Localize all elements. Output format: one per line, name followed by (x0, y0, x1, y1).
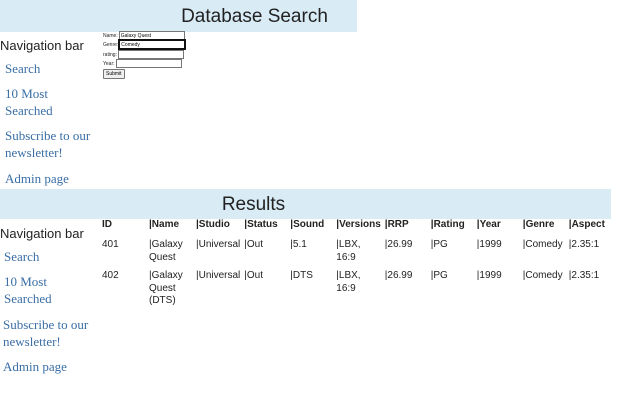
cell-name: |Galaxy Quest (147, 233, 194, 264)
header-studio: |Studio (196, 219, 230, 230)
nav-link-subscribe-2[interactable]: newsletter! (5, 144, 63, 161)
cell-aspect: |2.35:1 (568, 270, 600, 281)
cell-name-line: (DTS) (149, 295, 176, 306)
cell-versions: |LBX, 16:9 (336, 239, 361, 263)
name-input[interactable] (118, 31, 185, 40)
cell-studio: |Universal (196, 270, 241, 281)
cell-name-line: |Galaxy (149, 239, 183, 250)
nav-link-admin[interactable]: Admin page (5, 170, 69, 187)
cell-rrp: |26.99 (384, 239, 413, 250)
cell-year: |1999 (476, 239, 502, 250)
cell-sound: |5.1 (290, 239, 307, 250)
search-banner: Database Search (0, 0, 357, 32)
cell-rrp: |26.99 (384, 270, 413, 281)
results-title: Results (221, 194, 286, 215)
table-row: 402 |Galaxy Quest (DTS) |Universal |Out |D… (100, 264, 611, 308)
cell-aspect: |2.35:1 (568, 239, 600, 250)
header-name: |Name (149, 219, 180, 230)
cell-sound: |DTS (290, 270, 313, 281)
rating-label: rating: (103, 51, 117, 58)
genre-label: Genre: (103, 41, 119, 48)
nav-link-most-searched[interactable]: 10 Most (4, 273, 47, 290)
cell-name: |Galaxy Quest (DTS) (147, 264, 194, 308)
results-table: ID |Name |Studio |Status |Sound |Version… (100, 219, 611, 308)
table-row: 401 |Galaxy Quest |Universal |Out |5.1 |L… (100, 233, 611, 264)
cell-genre: |Comedy (522, 270, 563, 281)
nav-heading: Navigation bar (0, 226, 84, 241)
header-rating: |Rating (430, 219, 465, 230)
rating-input[interactable] (117, 50, 184, 59)
nav-link-admin[interactable]: Admin page (3, 358, 67, 375)
header-status: |Status (244, 219, 278, 230)
genre-row: Genre: (103, 39, 187, 50)
nav-link-search[interactable]: Search (4, 248, 39, 265)
cell-name-line: |Galaxy (149, 270, 183, 281)
nav-link-search[interactable]: Search (5, 60, 40, 77)
header-rrp: |RRP (384, 219, 409, 230)
nav-heading: Navigation bar (0, 38, 84, 53)
header-sound: |Sound (290, 219, 325, 230)
name-label: Name: (103, 32, 118, 39)
cell-id: 402 (102, 270, 119, 281)
submit-button[interactable]: Submit (103, 69, 125, 79)
cell-status: |Out (244, 270, 263, 281)
nav-link-most-searched[interactable]: 10 Most (5, 85, 48, 102)
cell-name-line: Quest (149, 282, 176, 294)
results-banner: Results (0, 189, 611, 219)
genre-input[interactable] (118, 39, 187, 50)
header-genre: |Genre (522, 219, 555, 230)
nav-link-subscribe[interactable]: Subscribe to our (5, 127, 90, 144)
year-row: Year: (103, 59, 182, 68)
cell-id: 401 (102, 239, 119, 250)
cell-status: |Out (244, 239, 263, 250)
year-label: Year: (103, 60, 115, 67)
header-versions: |Versions (336, 219, 381, 230)
header-id: ID (102, 219, 112, 230)
rating-row: rating: (103, 50, 184, 59)
nav-link-most-searched-2[interactable]: Searched (5, 102, 53, 119)
cell-versions: |LBX, 16:9 (336, 270, 361, 294)
nav-link-most-searched-2[interactable]: Searched (4, 290, 52, 307)
cell-name-line: Quest (149, 251, 176, 263)
cell-rating: |PG (430, 239, 448, 250)
year-input[interactable] (115, 59, 182, 68)
table-header-row: ID |Name |Studio |Status |Sound |Version… (100, 219, 611, 233)
name-row: Name: (103, 31, 185, 40)
cell-studio: |Universal (196, 239, 241, 250)
nav-link-subscribe-2[interactable]: newsletter! (3, 333, 61, 350)
search-title: Database Search (181, 6, 328, 27)
nav-link-subscribe[interactable]: Subscribe to our (3, 316, 88, 333)
cell-genre: |Comedy (522, 239, 563, 250)
header-aspect: |Aspect (568, 219, 605, 230)
header-year: |Year (476, 219, 501, 230)
cell-rating: |PG (430, 270, 448, 281)
cell-year: |1999 (476, 270, 502, 281)
